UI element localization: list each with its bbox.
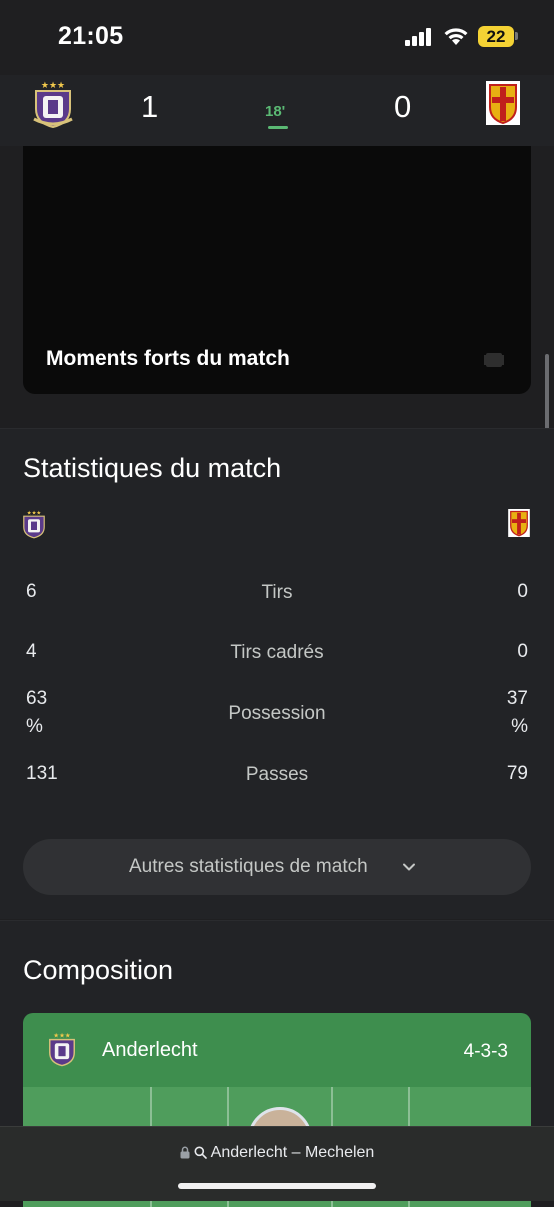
- stat-away-value: 0: [517, 641, 528, 662]
- lineup-team-header[interactable]: ★★★ Anderlecht 4-3-3: [23, 1013, 531, 1087]
- more-stats-label: Autres statistiques de match: [129, 856, 368, 877]
- match-stats-section: Statistiques du match ★★★ 6 Tirs 0 4 Tir…: [0, 428, 554, 919]
- home-score: 1: [141, 89, 159, 124]
- anderlecht-crest-icon: ★★★: [49, 1032, 75, 1067]
- svg-text:★★★: ★★★: [41, 80, 65, 90]
- svg-text:★★★: ★★★: [27, 510, 42, 516]
- url-text: Anderlecht – Mechelen: [210, 1144, 375, 1161]
- lock-icon: [180, 1146, 190, 1159]
- url-row[interactable]: Anderlecht – Mechelen: [0, 1144, 554, 1162]
- more-stats-button[interactable]: Autres statistiques de match: [23, 839, 531, 895]
- stat-away-value: 0: [517, 581, 528, 602]
- stat-label: Tirs cadrés: [230, 642, 324, 663]
- away-score: 0: [394, 89, 412, 124]
- stat-label: Passes: [245, 764, 309, 785]
- battery-icon: 22: [478, 26, 514, 47]
- status-bar: 21:05 22: [0, 0, 554, 75]
- stat-label: Possession: [228, 703, 326, 724]
- stats-heading: Statistiques du match: [23, 453, 282, 483]
- battery-tip: [515, 32, 518, 40]
- status-time: 21:05: [58, 22, 124, 50]
- highlights-title: Moments forts du match: [46, 347, 290, 370]
- stat-away-value: 37 %: [506, 688, 528, 737]
- signal-icon: [405, 28, 431, 46]
- wifi-icon: [444, 28, 468, 45]
- mechelen-crest-icon: [508, 509, 530, 537]
- chevron-down-icon: [403, 863, 415, 871]
- score-header[interactable]: ★★★ 1 18' 0: [0, 75, 554, 147]
- highlights-video-card[interactable]: Moments forts du match: [23, 146, 531, 394]
- highlights-section: Moments forts du match: [0, 146, 554, 470]
- home-indicator[interactable]: [178, 1183, 376, 1189]
- mechelen-crest-icon: [486, 81, 520, 125]
- live-indicator: [268, 126, 288, 129]
- anderlecht-crest-icon: ★★★: [33, 80, 73, 129]
- lineup-formation: 4-3-3: [463, 1041, 508, 1062]
- svg-text:★★★: ★★★: [53, 1032, 71, 1039]
- stat-label: Tirs: [261, 582, 293, 603]
- search-icon: [194, 1146, 207, 1159]
- anderlecht-crest-icon: ★★★: [23, 510, 45, 539]
- lineup-team-name: Anderlecht: [102, 1039, 198, 1061]
- match-minute: 18': [265, 103, 286, 120]
- video-film-icon: [484, 353, 504, 367]
- composition-heading: Composition: [23, 955, 174, 985]
- browser-address-bar[interactable]: Anderlecht – Mechelen: [0, 1126, 554, 1201]
- stat-away-value: 79: [506, 763, 528, 784]
